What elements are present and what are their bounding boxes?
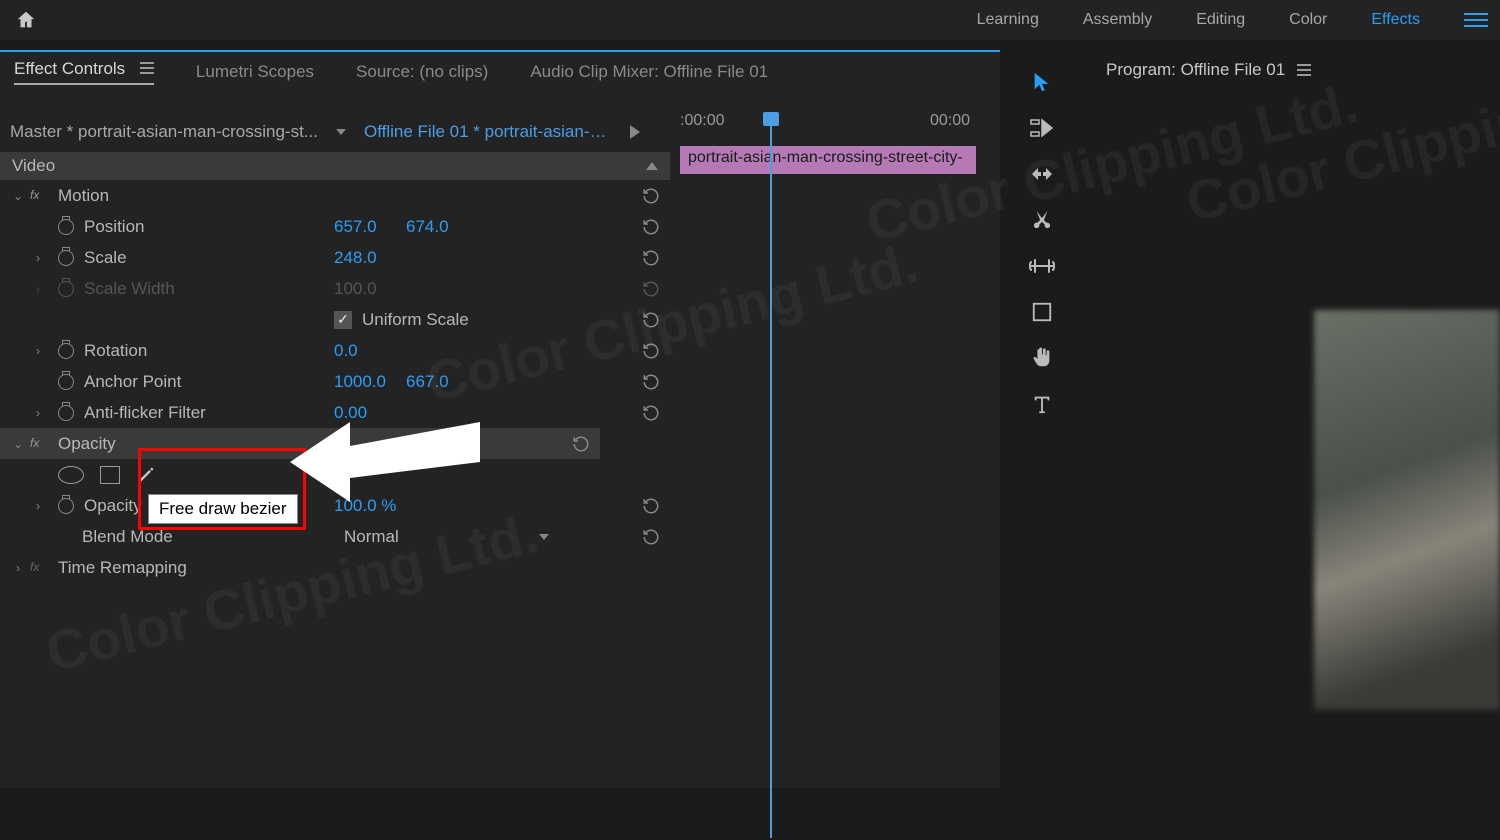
breadcrumb-sequence[interactable]: Offline File 01 * portrait-asian-man-c..… bbox=[364, 122, 612, 142]
workspace-assembly[interactable]: Assembly bbox=[1083, 11, 1152, 29]
fx-badge-icon[interactable]: fx bbox=[30, 188, 50, 204]
rotation-value[interactable]: 0.0 bbox=[334, 341, 358, 361]
stopwatch-icon[interactable] bbox=[58, 343, 74, 359]
twisty-closed-icon: › bbox=[32, 282, 44, 296]
twisty-closed-icon[interactable]: › bbox=[32, 406, 44, 420]
hand-tool-icon[interactable] bbox=[1028, 344, 1056, 372]
stopwatch-icon[interactable] bbox=[58, 405, 74, 421]
scale-label: Scale bbox=[84, 248, 127, 268]
position-label: Position bbox=[84, 217, 144, 237]
video-section-header: Video bbox=[12, 156, 55, 176]
playhead-handle-icon[interactable] bbox=[763, 112, 779, 126]
time-remapping-label[interactable]: Time Remapping bbox=[58, 558, 187, 578]
reset-icon[interactable] bbox=[642, 373, 660, 391]
workspace-editing[interactable]: Editing bbox=[1196, 11, 1245, 29]
twisty-closed-icon[interactable]: › bbox=[32, 344, 44, 358]
reset-icon[interactable] bbox=[642, 497, 660, 515]
workspace-learning[interactable]: Learning bbox=[977, 11, 1039, 29]
reset-icon[interactable] bbox=[642, 249, 660, 267]
rotation-label: Rotation bbox=[84, 341, 147, 361]
scroll-up-icon[interactable] bbox=[646, 162, 658, 170]
position-x-value[interactable]: 657.0 bbox=[334, 217, 377, 237]
rectangle-tool-icon[interactable] bbox=[1028, 298, 1056, 326]
twisty-closed-icon[interactable]: › bbox=[32, 499, 44, 513]
reset-icon[interactable] bbox=[642, 311, 660, 329]
reset-icon[interactable] bbox=[642, 404, 660, 422]
track-select-forward-icon[interactable] bbox=[1028, 114, 1056, 142]
timeline-playhead[interactable] bbox=[770, 112, 772, 838]
reset-icon[interactable] bbox=[642, 187, 660, 205]
ripple-edit-icon[interactable] bbox=[1028, 160, 1056, 188]
anchor-point-label: Anchor Point bbox=[84, 372, 181, 392]
twisty-closed-icon[interactable]: › bbox=[32, 251, 44, 265]
fx-badge-icon[interactable]: fx bbox=[30, 436, 50, 452]
slip-tool-icon[interactable] bbox=[1028, 252, 1056, 280]
reset-icon[interactable] bbox=[572, 435, 590, 453]
scale-width-value: 100.0 bbox=[334, 279, 377, 299]
blend-mode-dropdown[interactable]: Normal bbox=[344, 527, 557, 547]
stopwatch-icon[interactable] bbox=[58, 250, 74, 266]
reset-icon[interactable] bbox=[642, 280, 660, 298]
anchor-x-value[interactable]: 1000.0 bbox=[334, 372, 386, 392]
position-y-value[interactable]: 674.0 bbox=[406, 217, 449, 237]
workspace-color[interactable]: Color bbox=[1289, 11, 1327, 29]
workspace-effects[interactable]: Effects bbox=[1371, 11, 1420, 29]
stopwatch-icon[interactable] bbox=[58, 219, 74, 235]
type-tool-icon[interactable] bbox=[1028, 390, 1056, 418]
tab-audio-clip-mixer[interactable]: Audio Clip Mixer: Offline File 01 bbox=[530, 62, 768, 82]
stopwatch-icon[interactable] bbox=[58, 498, 74, 514]
timeline-start-label: :00:00 bbox=[680, 112, 724, 130]
home-icon[interactable] bbox=[12, 6, 40, 34]
blend-mode-label: Blend Mode bbox=[82, 527, 173, 547]
chevron-down-icon[interactable] bbox=[336, 129, 346, 135]
rectangle-mask-icon[interactable] bbox=[100, 466, 120, 484]
ellipse-mask-icon[interactable] bbox=[58, 466, 84, 484]
timeline-clip[interactable]: portrait-asian-man-crossing-street-city- bbox=[680, 146, 976, 174]
panel-menu-icon[interactable] bbox=[1297, 64, 1311, 76]
selection-tool-icon[interactable] bbox=[1028, 68, 1056, 96]
reset-icon[interactable] bbox=[642, 528, 660, 546]
tab-effect-controls[interactable]: Effect Controls bbox=[14, 59, 154, 85]
scale-width-label: Scale Width bbox=[84, 279, 175, 299]
pen-mask-icon[interactable] bbox=[136, 465, 156, 485]
program-monitor-preview[interactable] bbox=[1314, 310, 1500, 710]
tab-lumetri-scopes[interactable]: Lumetri Scopes bbox=[196, 62, 314, 82]
stopwatch-icon[interactable] bbox=[58, 374, 74, 390]
reset-icon[interactable] bbox=[642, 342, 660, 360]
tab-source[interactable]: Source: (no clips) bbox=[356, 62, 488, 82]
twisty-open-icon[interactable]: ⌄ bbox=[12, 189, 24, 203]
panel-menu-icon[interactable] bbox=[140, 62, 154, 74]
scale-value[interactable]: 248.0 bbox=[334, 248, 377, 268]
timeline-end-label: 00:00 bbox=[930, 112, 970, 130]
pointer-arrow-icon bbox=[290, 402, 490, 502]
tab-effect-controls-label: Effect Controls bbox=[14, 59, 125, 78]
breadcrumb-master: Master * portrait-asian-man-crossing-st.… bbox=[10, 122, 318, 142]
opacity-label[interactable]: Opacity bbox=[58, 434, 116, 454]
program-panel-title[interactable]: Program: Offline File 01 bbox=[1106, 60, 1285, 80]
uniform-scale-label: Uniform Scale bbox=[362, 310, 469, 330]
anti-flicker-label: Anti-flicker Filter bbox=[84, 403, 206, 423]
blend-mode-value: Normal bbox=[344, 527, 399, 547]
twisty-open-icon[interactable]: ⌄ bbox=[12, 437, 24, 451]
opacity-prop-label: Opacity bbox=[84, 496, 142, 516]
chevron-down-icon bbox=[539, 534, 549, 540]
reset-icon[interactable] bbox=[642, 218, 660, 236]
stopwatch-icon bbox=[58, 281, 74, 297]
twisty-closed-icon[interactable]: › bbox=[12, 561, 24, 575]
play-forward-icon[interactable] bbox=[630, 125, 640, 139]
fx-badge-icon[interactable]: fx bbox=[30, 560, 50, 576]
pen-mask-tooltip: Free draw bezier bbox=[148, 494, 298, 524]
workspace-menu-icon[interactable] bbox=[1464, 13, 1488, 27]
uniform-scale-checkbox[interactable]: ✓ bbox=[334, 311, 352, 329]
razor-tool-icon[interactable] bbox=[1028, 206, 1056, 234]
motion-label[interactable]: Motion bbox=[58, 186, 109, 206]
anchor-y-value[interactable]: 667.0 bbox=[406, 372, 449, 392]
